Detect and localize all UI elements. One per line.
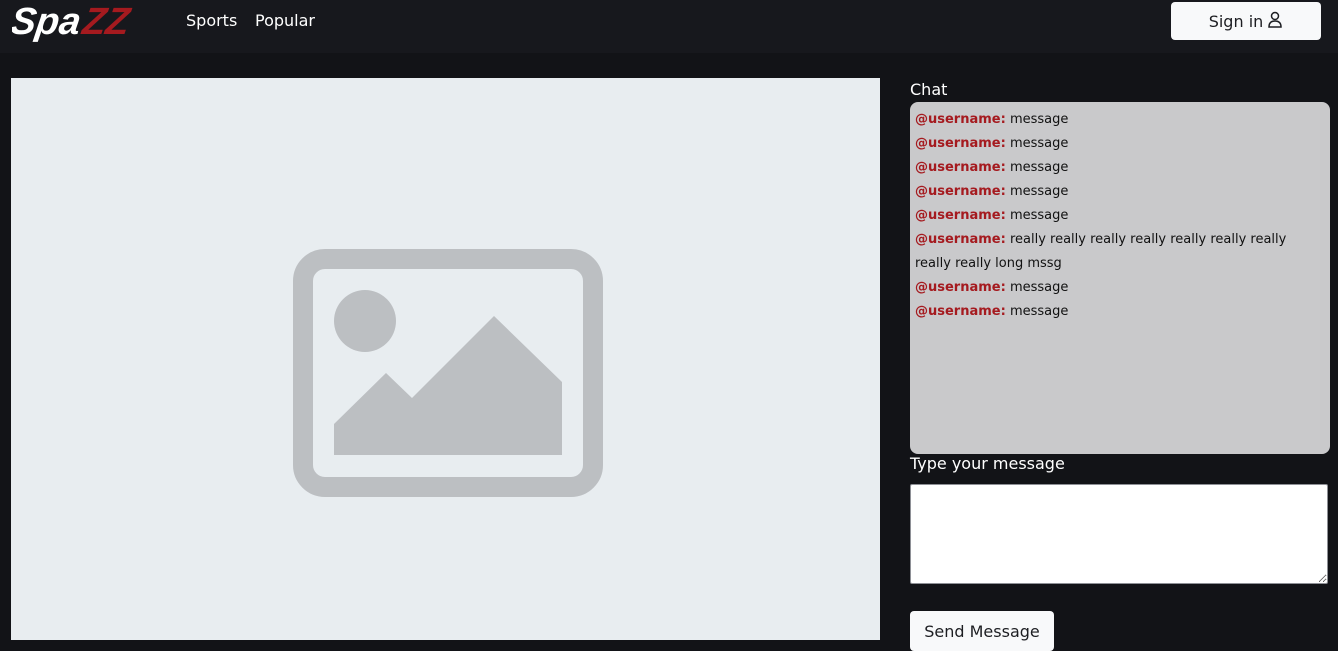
chat-username[interactable]: @username: bbox=[915, 160, 1006, 175]
chat-username[interactable]: @username: bbox=[915, 232, 1006, 247]
chat-text: message bbox=[1009, 280, 1069, 295]
chat-username[interactable]: @username: bbox=[915, 184, 1006, 199]
chat-username[interactable]: @username: bbox=[915, 304, 1006, 319]
chat-text: message bbox=[1009, 184, 1069, 199]
chat-message: @username: message bbox=[915, 132, 1325, 156]
sign-in-label: Sign in bbox=[1208, 11, 1264, 31]
chat-message: @username: message bbox=[915, 300, 1325, 324]
chat-message: @username: message bbox=[915, 276, 1325, 300]
nav-link-sports[interactable]: Sports bbox=[186, 10, 237, 32]
navbar: Spa ZZ Sports Popular Sign in bbox=[0, 0, 1338, 53]
chat-username[interactable]: @username: bbox=[915, 112, 1006, 127]
chat-username[interactable]: @username: bbox=[915, 136, 1006, 151]
chat-message: @username: message bbox=[915, 108, 1325, 132]
svg-text:Spa: Spa bbox=[12, 0, 84, 43]
message-input[interactable] bbox=[910, 484, 1328, 584]
chat-username[interactable]: @username: bbox=[915, 208, 1006, 223]
chat-message: @username: message bbox=[915, 156, 1325, 180]
send-message-button[interactable]: Send Message bbox=[910, 611, 1054, 651]
image-placeholder-icon bbox=[292, 248, 604, 502]
video-player[interactable] bbox=[11, 78, 880, 640]
chat-text: message bbox=[1009, 136, 1069, 151]
chat-text: message bbox=[1009, 208, 1069, 223]
chat-message: @username: message bbox=[915, 180, 1325, 204]
chat-message: @username: message bbox=[915, 204, 1325, 228]
chat-username[interactable]: @username: bbox=[915, 280, 1006, 295]
chat-title: Chat bbox=[910, 80, 948, 99]
message-input-label: Type your message bbox=[910, 454, 1065, 473]
sign-in-button[interactable]: Sign in bbox=[1171, 2, 1321, 40]
user-icon bbox=[1267, 11, 1283, 32]
chat-text: message bbox=[1009, 112, 1069, 127]
site-logo[interactable]: Spa ZZ bbox=[12, 0, 162, 44]
chat-message-list[interactable]: @username: message @username: message @u… bbox=[910, 102, 1330, 454]
svg-text:ZZ: ZZ bbox=[79, 0, 134, 43]
chat-message: @username: really really really really r… bbox=[915, 228, 1325, 276]
chat-text: message bbox=[1009, 160, 1069, 175]
logo-image: Spa ZZ bbox=[12, 0, 134, 43]
nav-link-popular[interactable]: Popular bbox=[255, 10, 315, 32]
chat-text: message bbox=[1009, 304, 1069, 319]
